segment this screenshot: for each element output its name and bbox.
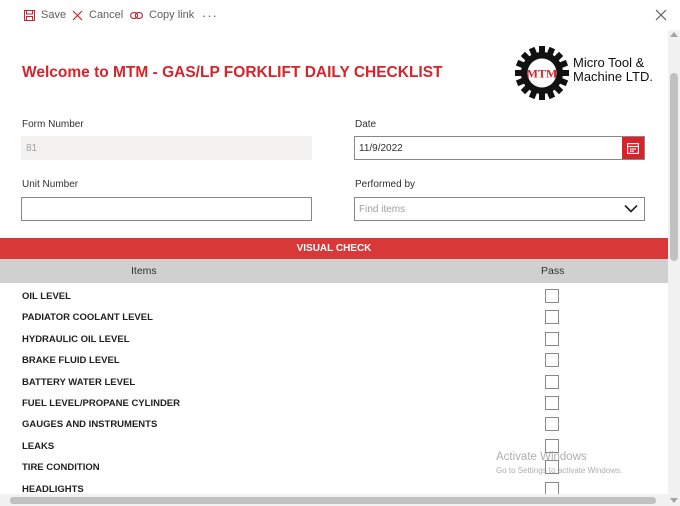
pass-checkbox[interactable] — [545, 353, 559, 368]
checklist-row: FUEL LEVEL/PROPANE CYLINDER — [0, 394, 668, 415]
copy-link-button[interactable]: Copy link — [130, 0, 194, 30]
checklist-row: BRAKE FLUID LEVEL — [0, 351, 668, 372]
date-value: 11/9/2022 — [359, 142, 403, 154]
unit-number-input[interactable] — [21, 197, 312, 221]
row-label: LEAKS — [22, 440, 55, 452]
checklist-row: GAUGES AND INSTRUMENTS — [0, 415, 668, 436]
pass-checkbox[interactable] — [545, 438, 559, 453]
section-header-visual-check: VISUAL CHECK — [0, 238, 668, 259]
chevron-down-icon[interactable] — [624, 204, 638, 213]
close-button[interactable] — [655, 8, 669, 22]
calendar-button[interactable] — [622, 137, 644, 159]
checklist-row: OIL LEVEL — [0, 287, 668, 308]
scroll-down-arrow-icon[interactable] — [670, 498, 678, 503]
logo-text: Micro Tool & Machine LTD. — [573, 56, 653, 84]
checklist-row: LEAKS — [0, 437, 668, 458]
form-number-field: 81 — [21, 136, 312, 160]
column-header-items: Items — [131, 265, 157, 277]
checklist-row: PADIATOR COOLANT LEVEL — [0, 308, 668, 329]
checklist-row: BATTERY WATER LEVEL — [0, 373, 668, 394]
more-options-button[interactable]: ··· — [202, 0, 218, 30]
form-number-label: Form Number — [22, 119, 84, 130]
close-icon — [655, 9, 667, 21]
vertical-scroll-thumb[interactable] — [670, 73, 678, 261]
logo-line-1: Micro Tool & — [573, 55, 645, 70]
performed-by-placeholder: Find items — [359, 203, 406, 215]
pass-checkbox[interactable] — [545, 331, 559, 346]
row-label: TIRE CONDITION — [22, 462, 100, 474]
pass-checkbox[interactable] — [545, 310, 559, 325]
scroll-up-arrow-icon[interactable] — [670, 32, 678, 37]
section-title: VISUAL CHECK — [296, 243, 372, 254]
cancel-icon — [72, 10, 83, 21]
save-button[interactable]: Save — [24, 0, 66, 30]
row-label: OIL LEVEL — [22, 291, 71, 302]
performed-by-label: Performed by — [355, 179, 416, 190]
logo-line-2: Machine LTD. — [573, 69, 653, 84]
gear-logo-icon: MTM — [515, 46, 569, 100]
save-icon — [24, 9, 35, 21]
svg-text:MTM: MTM — [527, 67, 558, 81]
row-label: HYDRAULIC OIL LEVEL — [22, 333, 130, 345]
company-logo: MTM Micro Tool & Machine LTD. — [515, 46, 667, 100]
command-bar: Save Cancel Copy link ··· — [0, 0, 680, 30]
form-number-value: 81 — [26, 142, 38, 154]
row-label: GAUGES AND INSTRUMENTS — [22, 419, 158, 431]
column-header-pass: Pass — [541, 265, 565, 277]
date-label: Date — [355, 119, 377, 130]
pass-checkbox[interactable] — [545, 289, 559, 303]
pass-checkbox[interactable] — [545, 460, 559, 475]
unit-number-label: Unit Number — [22, 179, 79, 190]
cancel-button[interactable]: Cancel — [72, 0, 123, 30]
row-label: BRAKE FLUID LEVEL — [22, 355, 120, 367]
horizontal-scroll-thumb[interactable] — [10, 497, 656, 504]
gallery-header-row: Items Pass — [0, 259, 668, 283]
pass-checkbox[interactable] — [545, 396, 559, 410]
performed-by-combobox[interactable]: Find items — [354, 197, 645, 221]
vertical-scrollbar[interactable] — [668, 30, 680, 506]
horizontal-scrollbar[interactable] — [0, 494, 668, 506]
pass-checkbox[interactable] — [545, 374, 559, 389]
form-canvas: Welcome to MTM - GAS/LP FORKLIFT DAILY C… — [0, 30, 668, 506]
row-label: FUEL LEVEL/PROPANE CYLINDER — [22, 398, 180, 409]
pass-checkbox[interactable] — [545, 417, 559, 432]
save-label: Save — [41, 9, 67, 21]
copy-link-label: Copy link — [149, 9, 195, 21]
row-label: BATTERY WATER LEVEL — [22, 376, 136, 388]
form-title: Welcome to MTM - GAS/LP FORKLIFT DAILY C… — [22, 64, 443, 81]
checklist-row: HYDRAULIC OIL LEVEL — [0, 330, 668, 351]
row-label: HEADLIGHTS — [22, 483, 84, 495]
link-icon — [130, 11, 143, 20]
cancel-label: Cancel — [89, 9, 124, 21]
row-label: PADIATOR COOLANT LEVEL — [22, 312, 153, 324]
checklist-row: TIRE CONDITION — [0, 458, 668, 479]
date-picker[interactable]: 11/9/2022 — [354, 136, 645, 160]
calendar-icon — [627, 142, 639, 154]
